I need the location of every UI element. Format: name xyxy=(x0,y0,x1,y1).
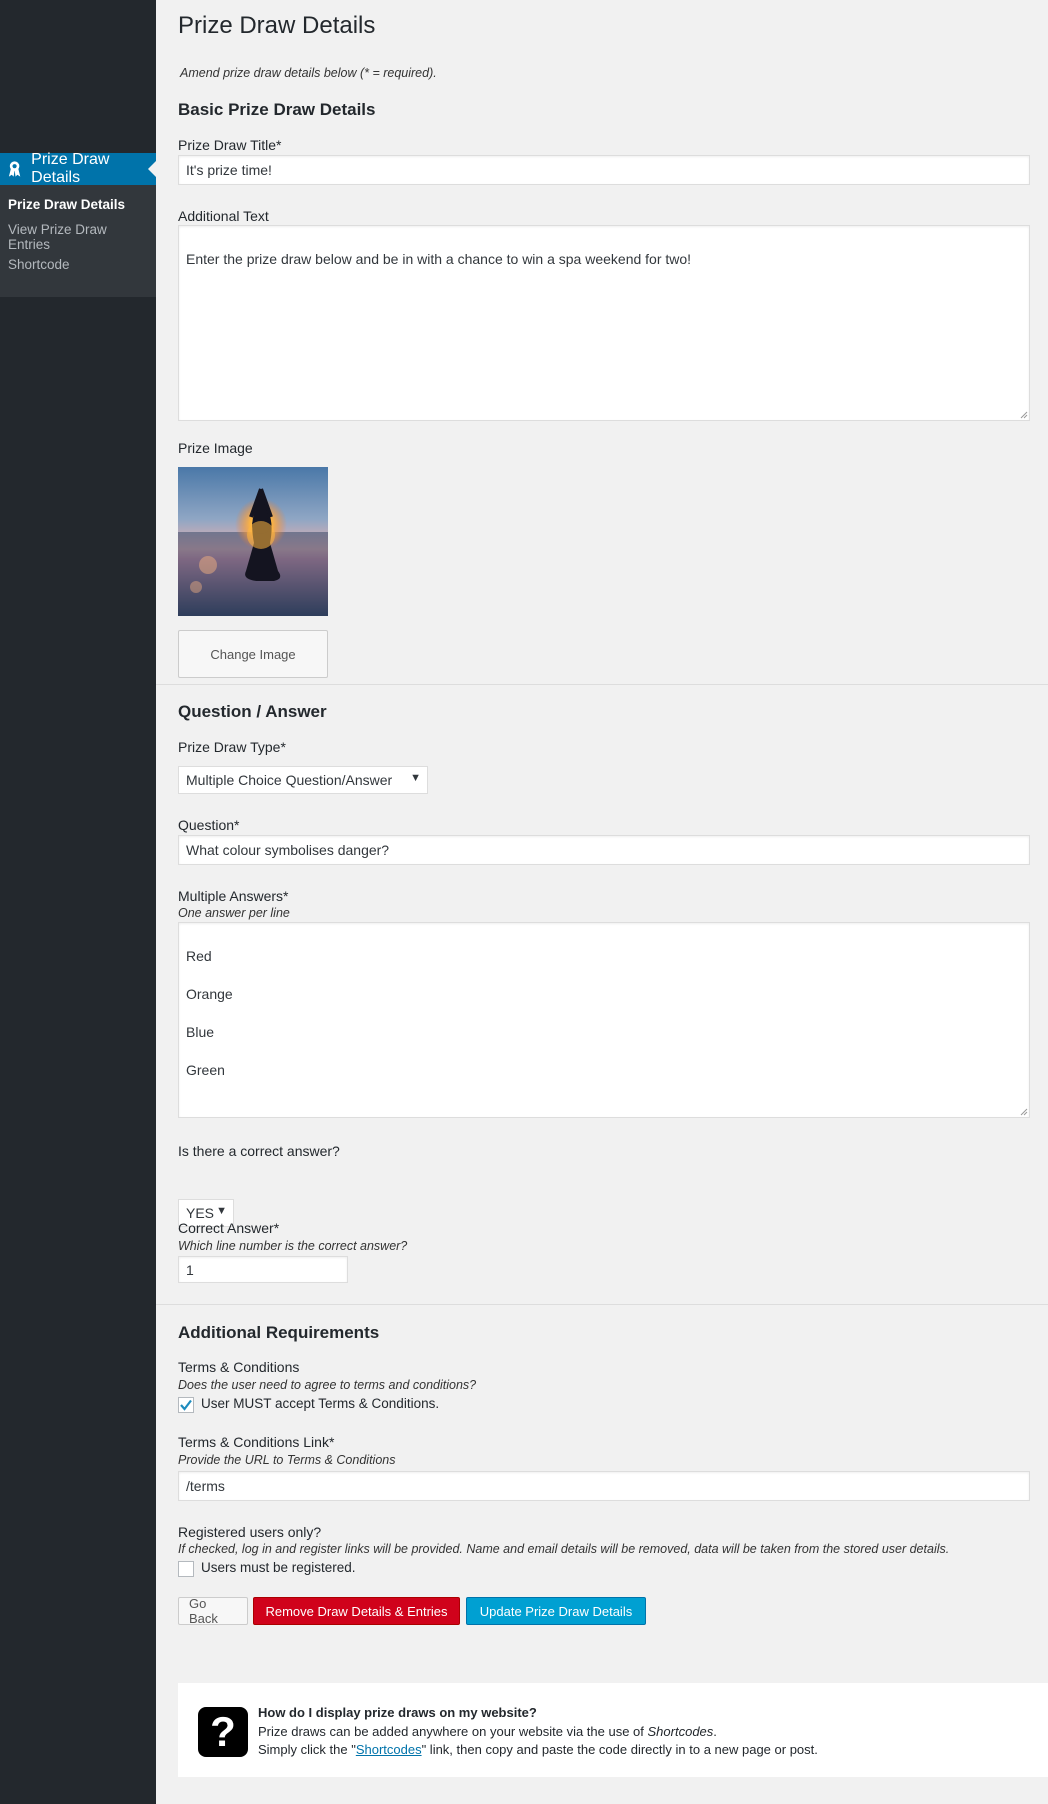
additional-text-value: Enter the prize draw below and be in wit… xyxy=(186,251,692,267)
tc-desc: Does the user need to agree to terms and… xyxy=(178,1378,477,1392)
tc-link-label: Terms & Conditions Link* xyxy=(178,1434,335,1450)
draw-type-select[interactable]: Multiple Choice Question/Answer ▼ xyxy=(178,766,428,794)
sidebar-item-view-entries[interactable]: View Prize Draw Entries xyxy=(0,220,156,257)
help-line-2-end: " link, then copy and paste the code dir… xyxy=(421,1742,818,1757)
admin-sidebar: Prize Draw Details Prize Draw Details Vi… xyxy=(0,0,156,1804)
section-requirements-heading: Additional Requirements xyxy=(178,1323,380,1342)
question-label: Question* xyxy=(178,817,240,833)
chevron-down-icon: ▼ xyxy=(410,772,421,784)
award-icon xyxy=(8,161,21,177)
section-qa-heading: Question / Answer xyxy=(178,702,327,721)
registered-label: Registered users only? xyxy=(178,1524,322,1540)
correct-answer-desc: Which line number is the correct answer? xyxy=(178,1239,408,1253)
sidebar-item-shortcode[interactable]: Shortcode xyxy=(0,257,156,272)
shortcodes-link[interactable]: Shortcodes xyxy=(356,1742,422,1757)
help-title: How do I display prize draws on my websi… xyxy=(258,1705,537,1720)
help-line-2: Simply click the "Shortcodes" link, then… xyxy=(258,1742,818,1757)
help-line-2-text: Simply click the " xyxy=(258,1742,356,1757)
help-line-1-end: . xyxy=(713,1724,717,1739)
prize-title-value: It's prize time! xyxy=(186,162,272,178)
checkmark-icon xyxy=(180,1399,192,1411)
go-back-button[interactable]: Go Back xyxy=(178,1596,248,1626)
answers-desc: One answer per line xyxy=(178,906,290,920)
answer-line: Blue xyxy=(186,1024,215,1040)
page-intro: Amend prize draw details below (* = requ… xyxy=(180,66,437,80)
correct-answer-input[interactable]: 1 xyxy=(178,1256,348,1283)
prize-title-input[interactable]: It's prize time! xyxy=(178,155,1030,185)
correct-answer-value: 1 xyxy=(186,1261,194,1278)
correct-answer-label: Correct Answer* xyxy=(178,1220,280,1236)
answers-textarea[interactable]: Red Orange Blue Green xyxy=(178,922,1030,1118)
section-basic-heading: Basic Prize Draw Details xyxy=(178,100,376,119)
prize-title-label: Prize Draw Title* xyxy=(178,137,282,153)
prize-image xyxy=(178,467,328,616)
additional-text-label: Additional Text xyxy=(178,208,269,224)
draw-type-value: Multiple Choice Question/Answer xyxy=(186,772,393,788)
answer-line: Orange xyxy=(186,986,233,1002)
sidebar-menu-label: Prize Draw Details xyxy=(31,151,110,186)
help-line-1: Prize draws can be added anywhere on you… xyxy=(258,1724,717,1739)
resize-grip-icon[interactable] xyxy=(1020,1108,1028,1116)
help-box: ? How do I display prize draws on my web… xyxy=(178,1683,1048,1777)
remove-draw-button[interactable]: Remove Draw Details & Entries xyxy=(253,1597,460,1625)
sidebar-item-prize-draw-details[interactable]: Prize Draw Details xyxy=(0,197,156,220)
update-draw-button[interactable]: Update Prize Draw Details xyxy=(466,1597,646,1625)
section-divider xyxy=(156,684,1048,685)
chevron-down-icon: ▼ xyxy=(216,1205,227,1217)
tc-link-desc: Provide the URL to Terms & Conditions xyxy=(178,1453,396,1467)
tc-link-value: /terms xyxy=(186,1478,225,1494)
additional-text-textarea[interactable]: Enter the prize draw below and be in wit… xyxy=(178,225,1030,421)
tc-link-input[interactable]: /terms xyxy=(178,1471,1030,1501)
tc-checkbox[interactable] xyxy=(178,1397,194,1413)
change-image-button[interactable]: Change Image xyxy=(178,630,328,678)
tc-check-label[interactable]: User MUST accept Terms & Conditions. xyxy=(201,1396,439,1411)
answer-line: Green xyxy=(186,1062,225,1078)
registered-checkbox[interactable] xyxy=(178,1561,194,1577)
resize-grip-icon[interactable] xyxy=(1020,411,1028,419)
sidebar-menu-prize-draw-details[interactable]: Prize Draw Details xyxy=(0,151,156,186)
correct-question-label: Is there a correct answer? xyxy=(178,1143,340,1159)
registered-check-label[interactable]: Users must be registered. xyxy=(201,1560,356,1575)
answers-label: Multiple Answers* xyxy=(178,888,289,904)
draw-type-label: Prize Draw Type* xyxy=(178,739,286,755)
sidebar-submenu: Prize Draw Details View Prize Draw Entri… xyxy=(0,185,156,297)
prize-image-label: Prize Image xyxy=(178,440,253,456)
question-value: What colour symbolises danger? xyxy=(186,842,390,858)
help-line-1-text: Prize draws can be added anywhere on you… xyxy=(258,1724,648,1739)
current-arrow xyxy=(148,161,156,177)
qa-section: Question / Answer Prize Draw Type* Multi… xyxy=(178,0,1030,1283)
answer-line: Red xyxy=(186,948,212,964)
section-divider xyxy=(156,1304,1048,1305)
help-line-1-emphasis: Shortcodes xyxy=(647,1724,714,1739)
question-mark-icon: ? xyxy=(198,1707,248,1757)
tc-label: Terms & Conditions xyxy=(178,1359,300,1375)
correct-answer-select-value: YES xyxy=(186,1205,215,1221)
registered-desc: If checked, log in and register links wi… xyxy=(178,1542,950,1556)
question-input[interactable]: What colour symbolises danger? xyxy=(178,835,1030,865)
